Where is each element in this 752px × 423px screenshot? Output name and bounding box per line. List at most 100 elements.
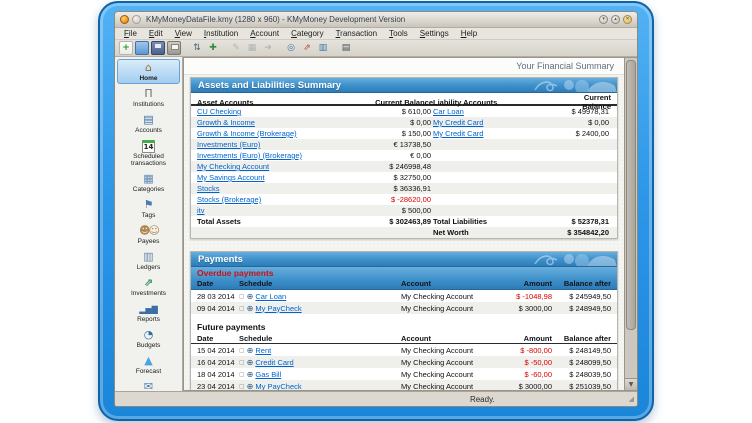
investments-chart-button[interactable]: ⇗ — [300, 41, 314, 55]
payment-date: 18 04 2014 — [197, 370, 239, 379]
minimize-button[interactable]: ▾ — [599, 15, 608, 24]
skip-schedule-icon[interactable]: ▢ — [239, 359, 245, 366]
menu-file[interactable]: File — [119, 29, 142, 38]
menu-view[interactable]: View — [170, 29, 197, 38]
window-titlebar[interactable]: KMyMoneyDataFile.kmy (1280 x 960) - KMyM… — [115, 12, 637, 28]
asset-account-link[interactable]: My Savings Account — [197, 173, 347, 182]
sidebar-item-categories[interactable]: ▦ Categories — [117, 170, 180, 195]
resize-grip[interactable]: ◢ — [629, 395, 634, 403]
window-buttons: ▾ ▴ ✕ — [599, 15, 632, 24]
sidebar-item-reports[interactable]: ▂▅▇ Reports — [117, 300, 180, 325]
asset-account-link[interactable]: Stocks — [197, 184, 347, 193]
maximize-button[interactable]: ▴ — [611, 15, 620, 24]
sidebar-item-ledgers[interactable]: ▥ Ledgers — [117, 248, 180, 273]
menu-tools[interactable]: Tools — [384, 29, 413, 38]
schedule-link[interactable]: My PayCheck — [255, 304, 301, 313]
menu-settings[interactable]: Settings — [415, 29, 454, 38]
schedule-link[interactable]: My PayCheck — [255, 382, 301, 391]
sidebar-item-icon: ▂▅▇ — [139, 303, 157, 316]
column-account: Account — [401, 334, 507, 343]
table-row: Growth & Income $ 0,00 My Credit Card $ … — [191, 117, 617, 128]
asset-account-link[interactable]: Growth & Income (Brokerage) — [197, 129, 347, 138]
schedule-link[interactable]: Car Loan — [255, 292, 286, 301]
schedule-link[interactable]: Credit Card — [255, 358, 293, 367]
enter-schedule-icon[interactable]: ⊕ — [247, 382, 254, 391]
sidebar-item-budgets[interactable]: ◔ Budgets — [117, 326, 180, 351]
table-row: Stocks $ 36336,91 — [191, 183, 617, 194]
sidebar-item-outbox[interactable]: ✉ Outbox — [117, 378, 180, 391]
asset-account-link[interactable]: Stocks (Brokerage) — [197, 195, 347, 204]
asset-account-link[interactable]: Investments (Euro) — [197, 140, 347, 149]
edit-button[interactable]: ✎ — [229, 41, 243, 55]
menu-edit[interactable]: Edit — [144, 29, 168, 38]
reports-chart-button[interactable]: ▥ — [316, 41, 330, 55]
enter-schedule-icon[interactable]: ⊕ — [247, 292, 254, 301]
skip-schedule-icon[interactable]: ▢ — [239, 347, 245, 354]
sidebar-item-tags[interactable]: ⚑ Tags — [117, 196, 180, 221]
scrollbar-thumb[interactable] — [626, 60, 636, 330]
close-button[interactable]: ✕ — [623, 15, 632, 24]
skip-schedule-icon[interactable]: ▢ — [239, 305, 245, 312]
match-button[interactable]: ▦ — [245, 41, 259, 55]
table-row: CU Checking $ 610,00 Car Loan $ 49978,31 — [191, 106, 617, 117]
menu-help[interactable]: Help — [456, 29, 482, 38]
payment-account: My Checking Account — [401, 304, 507, 313]
sidebar-item-payees[interactable]: ☻☺ Payees — [117, 222, 180, 247]
decorative-flourish — [527, 252, 617, 267]
sidebar-item-institutions[interactable]: Π Institutions — [117, 85, 180, 110]
print-button[interactable] — [167, 41, 181, 55]
asset-account-link[interactable]: Investments (Euro) (Brokerage) — [197, 151, 347, 160]
enter-schedule-icon[interactable]: ⊕ — [247, 358, 254, 367]
asset-account-link[interactable]: CU Checking — [197, 107, 347, 116]
liability-account-link[interactable]: Total Liabilities — [433, 217, 557, 226]
sidebar-item-icon: ▤ — [143, 114, 153, 127]
skip-schedule-icon[interactable]: ▢ — [239, 293, 245, 300]
liability-account-link[interactable]: Net Worth — [433, 228, 557, 237]
enter-schedule-icon[interactable]: ⊕ — [247, 304, 254, 313]
asset-account-link[interactable]: Total Assets — [197, 217, 347, 226]
liability-account-link[interactable]: My Credit Card — [433, 129, 557, 138]
goto-button[interactable]: ➜ — [261, 41, 275, 55]
new-schedule-button[interactable]: ✚ — [206, 41, 220, 55]
assets-section-title: Assets and Liabilities Summary — [191, 80, 341, 91]
sidebar-item-home[interactable]: ⌂ Home — [117, 59, 180, 84]
schedule-link[interactable]: Rent — [255, 346, 271, 355]
new-file-button[interactable]: + — [119, 41, 133, 55]
liability-account-link[interactable]: My Credit Card — [433, 118, 557, 127]
asset-account-link[interactable]: Growth & Income — [197, 118, 347, 127]
table-row: Investments (Euro) € 13738,50 — [191, 139, 617, 150]
enter-schedule-icon[interactable]: ⊕ — [247, 370, 254, 379]
liability-account-link[interactable]: Car Loan — [433, 107, 557, 116]
skip-schedule-icon[interactable]: ▢ — [239, 371, 245, 378]
vertical-scrollbar[interactable]: ▼ — [624, 57, 637, 391]
sidebar-item-accounts[interactable]: ▤ Accounts — [117, 111, 180, 136]
sidebar-item-scheduled[interactable]: 14 Scheduled transactions — [117, 137, 180, 169]
ledger-button[interactable]: ▤ — [339, 41, 353, 55]
schedule-link[interactable]: Gas Bill — [255, 370, 281, 379]
sidebar-item-icon: ✉ — [144, 381, 153, 391]
open-file-button[interactable] — [135, 41, 149, 55]
scroll-down-arrow[interactable]: ▼ — [625, 378, 637, 390]
sidebar-item-investments[interactable]: ⇗ Investments — [117, 274, 180, 299]
asset-account-link[interactable]: itv — [197, 206, 347, 215]
save-file-button[interactable] — [151, 41, 165, 55]
window-menu-icon[interactable] — [132, 15, 141, 24]
menu-account[interactable]: Account — [245, 29, 284, 38]
sidebar-item-forecast[interactable]: ▲ Forecast — [117, 352, 180, 377]
enter-schedule-icon[interactable]: ⊕ — [247, 346, 254, 355]
find-transaction-button[interactable]: ◎ — [284, 41, 298, 55]
skip-schedule-icon[interactable]: ▢ — [239, 383, 245, 390]
sidebar-item-label: Tags — [118, 212, 180, 219]
payment-balance-after: $ 248099,50 — [552, 358, 611, 367]
menu-transaction[interactable]: Transaction — [331, 29, 383, 38]
menu-category[interactable]: Category — [286, 29, 328, 38]
menu-bar: FileEditViewInstitutionAccountCategoryTr… — [115, 28, 637, 40]
menu-institution[interactable]: Institution — [199, 29, 243, 38]
payment-account: My Checking Account — [401, 346, 507, 355]
payment-date: 23 04 2014 — [197, 382, 239, 391]
payment-account: My Checking Account — [401, 370, 507, 379]
presentation-frame: KMyMoneyDataFile.kmy (1280 x 960) - KMyM… — [98, 1, 654, 421]
reconcile-button[interactable]: ⇅ — [190, 41, 204, 55]
asset-account-link[interactable]: My Checking Account — [197, 162, 347, 171]
sidebar-item-label: Investments — [118, 290, 180, 297]
